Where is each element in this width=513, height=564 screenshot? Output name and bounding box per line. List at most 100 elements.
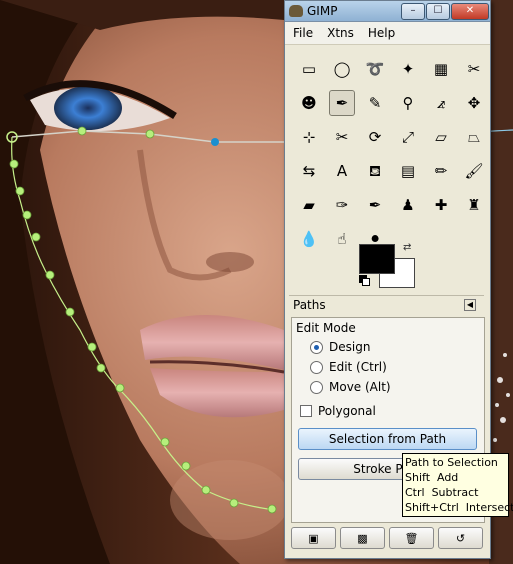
maximize-button[interactable]: ☐ [426, 2, 450, 20]
default-colors-icon[interactable] [359, 275, 370, 286]
tool-button[interactable]: ✂ [462, 57, 486, 81]
mode-move-radio[interactable]: Move (Alt) [310, 380, 391, 394]
perspective-icon: ⏢ [467, 127, 480, 146]
flip-icon: ⇆ [302, 161, 316, 180]
airbrush-icon: ✑ [335, 195, 349, 214]
radio-indicator [310, 380, 323, 394]
blur-icon: 💧 [299, 229, 319, 248]
trash-icon: 🗑 [404, 531, 419, 545]
color-picker-icon: ✎ [368, 93, 382, 112]
move-icon: ✥ [467, 93, 481, 112]
rotate-icon: ⟳ [368, 127, 382, 146]
tool-button[interactable]: ♟ [396, 193, 420, 217]
tool-button[interactable]: ▰ [297, 193, 321, 217]
heal-icon: ✚ [434, 195, 448, 214]
tooltip-line: Shift+Ctrl Intersect [405, 501, 513, 514]
tool-button[interactable]: ⦨ [429, 91, 453, 115]
tool-button[interactable]: ⊹ [297, 125, 321, 149]
zoom-icon: ⚲ [402, 93, 414, 112]
menu-file[interactable]: File [293, 26, 313, 40]
tool-button[interactable]: 💧 [297, 227, 321, 251]
restore-options-button[interactable]: ▩ [340, 527, 385, 549]
foreground-color-swatch[interactable] [359, 244, 395, 274]
crop-icon: ✂ [335, 127, 349, 146]
paths-dock-header: Paths ◀ [289, 295, 484, 314]
tool-button[interactable]: ▱ [429, 125, 453, 149]
bucket-fill-icon: ⛾ [368, 161, 382, 180]
menu-xtns[interactable]: Xtns [327, 26, 354, 40]
edit-mode-label: Edit Mode [296, 321, 356, 335]
tool-button[interactable]: ✒ [363, 193, 387, 217]
tool-button[interactable]: ✂ [330, 125, 354, 149]
reset-options-button[interactable]: ↺ [438, 527, 483, 549]
minimize-button[interactable]: – [401, 2, 425, 20]
tool-button[interactable]: ⛾ [363, 159, 387, 183]
paths-tool-icon: ✒ [335, 93, 349, 112]
pencil-icon: ✏ [434, 161, 448, 180]
tool-button[interactable]: ♜ [462, 193, 486, 217]
tool-button[interactable]: ✒ [329, 90, 355, 116]
tool-button[interactable]: ▤ [396, 159, 420, 183]
dock-menu-icon[interactable]: ◀ [464, 299, 476, 311]
save-options-button[interactable]: ▣ [291, 527, 336, 549]
tool-button[interactable]: ▦ [429, 57, 453, 81]
mode-edit-radio[interactable]: Edit (Ctrl) [310, 360, 387, 374]
measure-icon: ⦨ [436, 93, 446, 112]
checkbox-box [300, 405, 312, 417]
shear-icon: ▱ [435, 127, 447, 146]
pattern-icon: ▩ [357, 531, 368, 545]
tool-button[interactable]: ⟳ [363, 125, 387, 149]
tooltip: Path to Selection Shift Add Ctrl Subtrac… [402, 453, 513, 517]
tool-grid: ▭ ◯ ➰ ✦ ▦ ✂ ☻ ✒ ✎ ⚲ ⦨ ✥ ⊹ ✂ ⟳ ⤢ ▱ ⏢ ⇆ A ⛾ ▤ ✏ 🖌 ▰ ✑ ✒ ♟ ✚ ♜ 💧 ☝ ⚫ [285, 45, 490, 251]
window-title: GIMP [307, 4, 338, 18]
tool-button[interactable]: ◯ [330, 57, 354, 81]
selection-from-path-button[interactable]: Selection from Path [298, 428, 477, 450]
tool-button[interactable]: ☝ [330, 227, 354, 251]
tool-button[interactable]: ⤢ [396, 125, 420, 149]
scale-icon: ⤢ [401, 127, 414, 146]
menu-help[interactable]: Help [368, 26, 395, 40]
fuzzy-select-icon: ✦ [401, 59, 415, 78]
save-icon: ▣ [308, 531, 319, 545]
tool-button[interactable]: ✑ [330, 193, 354, 217]
tool-button[interactable]: ⇆ [297, 159, 321, 183]
lasso-icon: ➰ [365, 59, 385, 78]
tooltip-line: Shift Add [405, 471, 459, 484]
tool-button[interactable]: ✚ [429, 193, 453, 217]
mode-design-label: Design [329, 340, 371, 354]
ellipse-select-icon: ◯ [333, 59, 351, 78]
delete-options-button[interactable]: 🗑 [389, 527, 434, 549]
tool-button[interactable]: ⚲ [396, 91, 420, 115]
radio-indicator [310, 360, 323, 374]
tool-button[interactable]: ✥ [462, 91, 486, 115]
tool-button[interactable]: ⏢ [462, 125, 486, 149]
close-button[interactable]: ✕ [451, 2, 489, 20]
tool-button[interactable]: ▭ [297, 57, 321, 81]
rect-select-icon: ▭ [301, 59, 317, 78]
clone-icon: ♟ [401, 195, 415, 214]
smudge-icon: ☝ [337, 229, 347, 248]
tool-button[interactable]: A [330, 159, 354, 183]
tool-button[interactable]: ☻ [297, 91, 321, 115]
title-bar[interactable]: GIMP – ☐ ✕ [285, 1, 490, 22]
align-icon: ⊹ [302, 127, 316, 146]
scissors-icon: ✂ [467, 59, 481, 78]
tool-button[interactable]: ✦ [396, 57, 420, 81]
mode-edit-label: Edit (Ctrl) [329, 360, 387, 374]
dock-bottom-bar: ▣ ▩ 🗑 ↺ [291, 527, 483, 549]
tool-button[interactable]: ✎ [363, 91, 387, 115]
menu-bar: File Xtns Help [285, 22, 490, 45]
tool-button[interactable]: ✏ [429, 159, 453, 183]
mode-design-radio[interactable]: Design [310, 340, 370, 354]
tool-button[interactable]: ➰ [363, 57, 387, 81]
tooltip-line: Ctrl Subtract [405, 486, 479, 499]
tool-button[interactable]: 🖌 [462, 159, 486, 183]
paths-dock-title: Paths [293, 298, 326, 312]
radio-indicator [310, 340, 323, 354]
text-icon: A [336, 161, 348, 180]
polygonal-checkbox[interactable]: Polygonal [300, 404, 376, 418]
ink-icon: ✒ [368, 195, 382, 214]
tooltip-line: Path to Selection [405, 456, 498, 469]
foreground-select-icon: ☻ [301, 93, 317, 112]
swap-colors-icon[interactable]: ⇄ [403, 242, 411, 253]
